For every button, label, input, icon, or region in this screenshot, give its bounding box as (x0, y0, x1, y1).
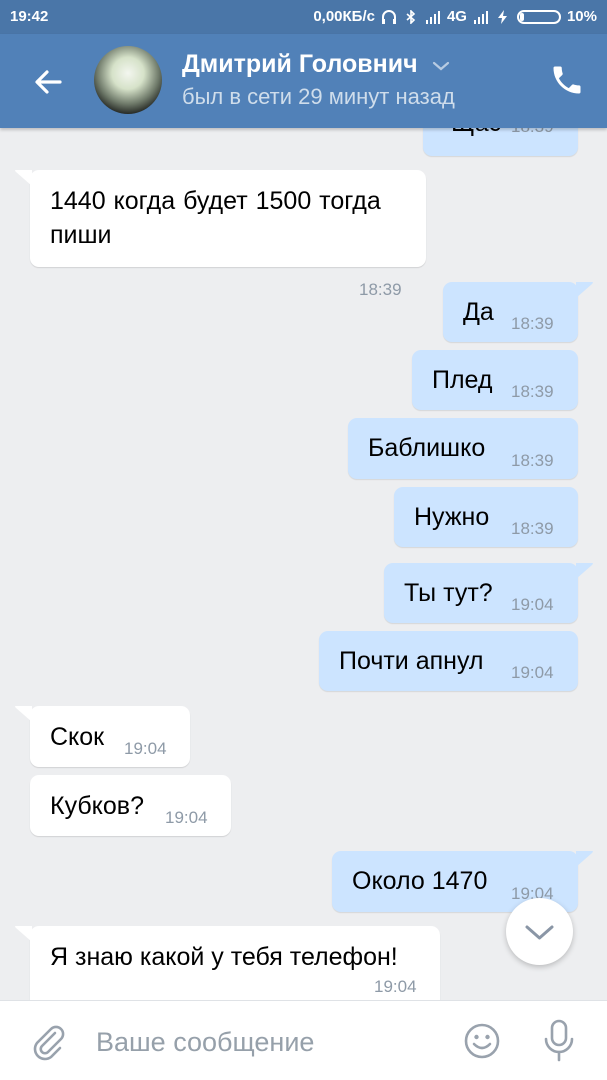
message-time: 19:04 (374, 977, 417, 996)
battery-icon (516, 9, 561, 24)
message-bubble-outgoing[interactable]: Почти апнул 19:04 (319, 631, 578, 691)
message-bubble-outgoing[interactable]: Плед 18:39 (412, 350, 578, 410)
bluetooth-icon (406, 9, 416, 24)
message-text: Плед (432, 366, 493, 394)
message-text: Нужно (414, 503, 490, 531)
bubble-tail (15, 926, 32, 942)
message-bubble-incoming[interactable]: Я знаю какой у тебя телефон! 19:04 (15, 926, 440, 1000)
headphones-icon (381, 9, 396, 24)
chevron-down-icon (525, 925, 554, 940)
charging-icon (497, 9, 507, 24)
message-bubble-outgoing[interactable]: Ты тут? 19:04 (384, 563, 593, 623)
message-text: Почти апнул (339, 647, 484, 675)
message-bubble-outgoing[interactable]: Баблишко 18:39 (348, 418, 578, 479)
message-time: 19:04 (165, 808, 208, 827)
message-composer (0, 1000, 607, 1080)
bubble-tail (576, 282, 593, 298)
message-time: 19:04 (124, 739, 167, 758)
bubble-tail (576, 563, 593, 579)
message-bubble-outgoing[interactable]: Щас 18:39 (423, 128, 578, 156)
message-time: 18:39 (511, 382, 554, 401)
scroll-to-bottom-button[interactable] (506, 898, 573, 965)
message-input[interactable] (96, 1023, 436, 1061)
message-text: Ты тут? (404, 579, 493, 607)
smile-icon[interactable] (462, 1021, 502, 1061)
contact-name[interactable]: Дмитрий Головнич (182, 50, 418, 79)
network-type: 4G (446, 8, 467, 25)
message-text: Скок (50, 723, 105, 751)
message-time: 18:39 (511, 451, 554, 470)
message-text: Около 1470 (352, 867, 488, 895)
message-text: Да (463, 298, 494, 326)
message-text: 1440 когда будет 1500 тогда пиши (50, 187, 381, 249)
message-bubble-outgoing[interactable]: Нужно 18:39 (394, 487, 578, 547)
message-text: Я знаю какой у тебя телефон! (50, 943, 398, 971)
message-text: Баблишко (368, 434, 486, 462)
status-time: 19:42 (10, 8, 49, 25)
paperclip-icon[interactable] (28, 1021, 68, 1061)
message-time: 19:04 (511, 663, 554, 682)
phone-icon[interactable] (549, 62, 585, 98)
status-bar: 19:42 0,00КБ/с 4G 10% (0, 0, 607, 34)
message-bubble-incoming[interactable]: Кубков? 19:04 (30, 775, 231, 836)
signal-icon (425, 10, 440, 24)
message-text: Кубков? (50, 792, 144, 820)
message-list[interactable]: Щас 18:39 1440 когда будет 1500 тогда пи… (0, 128, 607, 1000)
chat-header: Дмитрий Головнич был в сети 29 минут наз… (0, 34, 607, 128)
message-bubble-incoming[interactable]: Скок 19:04 (15, 706, 190, 767)
message-text: Щас (451, 128, 501, 140)
network-speed: 0,00КБ/с (313, 8, 375, 25)
battery-level: 10% (566, 8, 597, 25)
message-bubble-incoming[interactable]: 1440 когда будет 1500 тогда пиши 18:39 (15, 170, 426, 299)
message-time: 18:39 (511, 128, 554, 137)
microphone-icon[interactable] (540, 1019, 578, 1063)
chevron-down-icon[interactable] (432, 60, 450, 72)
bubble-tail (576, 851, 593, 867)
message-time: 18:39 (359, 280, 402, 299)
bubble-tail (15, 170, 32, 186)
message-time: 19:04 (511, 595, 554, 614)
bubble-tail (15, 706, 32, 722)
message-bubble-outgoing[interactable]: Да 18:39 (443, 282, 593, 342)
avatar[interactable] (94, 46, 162, 114)
arrow-left-icon[interactable] (28, 62, 68, 102)
message-time: 18:39 (511, 519, 554, 538)
last-seen-status: был в сети 29 минут назад (182, 84, 455, 109)
message-time: 18:39 (511, 314, 554, 333)
signal-icon (473, 10, 488, 24)
status-indicators: 0,00КБ/с 4G 10% (313, 8, 597, 25)
